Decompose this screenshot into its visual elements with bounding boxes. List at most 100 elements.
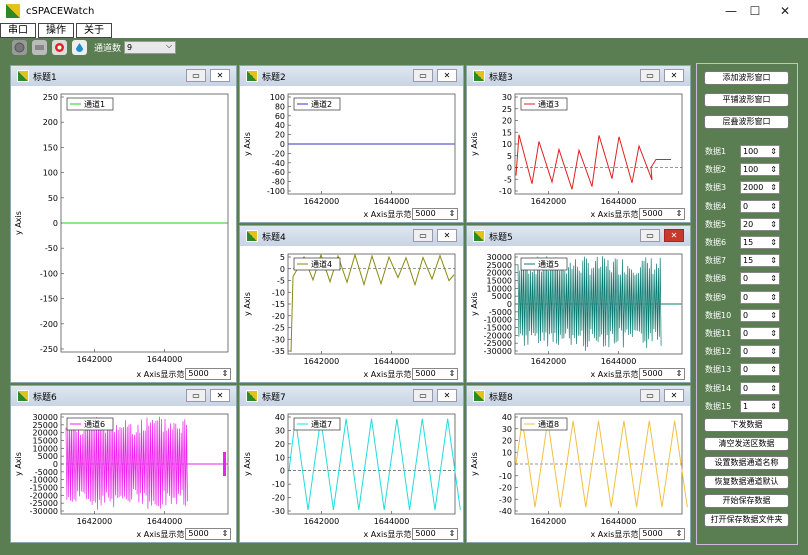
restore-icon[interactable]: ▭: [413, 389, 433, 402]
y-tick-label: -25: [272, 324, 285, 333]
sidebar-action-button-5[interactable]: 开始保存数据: [704, 494, 789, 508]
x-axis-label: x Axis: [363, 369, 388, 379]
panel-logo-icon: [473, 70, 485, 82]
range-spinbox[interactable]: 5000: [412, 208, 459, 220]
range-label: 显示范: [387, 529, 412, 539]
data-label: 数据10: [705, 310, 732, 320]
panel-header: 标题3 ▭ ✕: [467, 66, 690, 86]
range-spinbox[interactable]: 5000: [412, 368, 459, 380]
close-icon[interactable]: ✕: [664, 389, 684, 402]
close-icon[interactable]: ✕: [210, 389, 230, 402]
data-value-spinbox[interactable]: 15: [740, 236, 780, 249]
close-icon[interactable]: ✕: [437, 389, 457, 402]
panel-logo-icon: [246, 70, 258, 82]
data-value-spinbox[interactable]: 0: [740, 345, 780, 359]
data-label: 数据1: [705, 147, 727, 156]
chart-svg: 250 200 150 100 50 0 -50 -100 -150 -200 -250 y Axis…: [14, 93, 229, 364]
port-icon[interactable]: [12, 39, 27, 55]
sidebar-action-button-4[interactable]: 恢复数据通道默认: [704, 475, 789, 489]
y-tick-label: 20: [502, 117, 512, 126]
sidebar-action-button-3[interactable]: 设置数据通道名称: [704, 456, 789, 470]
data-value-spinbox[interactable]: 100: [740, 163, 780, 177]
sidebar-button-1[interactable]: 添加波形窗口: [704, 71, 789, 85]
data-value-spinbox[interactable]: 0: [740, 290, 780, 304]
x-axis-label: x Axis: [363, 209, 388, 219]
legend-label: 通道4: [311, 259, 332, 269]
data-value-spinbox[interactable]: 0: [740, 327, 780, 340]
data-value-spinbox[interactable]: 0: [740, 363, 780, 377]
data-value-spinbox[interactable]: 0: [740, 199, 780, 213]
sidebar-action-button-2[interactable]: 清空发送区数据: [704, 437, 789, 451]
settings-icon[interactable]: [32, 39, 47, 55]
data-row-6: 数据6 15: [705, 236, 780, 249]
y-tick-label: 80: [275, 102, 285, 111]
y-tick-label: 0: [280, 265, 285, 274]
restore-icon[interactable]: ▭: [640, 229, 660, 242]
sidebar-button-3[interactable]: 层叠波形窗口: [704, 115, 789, 129]
restore-icon[interactable]: ▭: [640, 69, 660, 82]
data-value-spinbox[interactable]: 0: [740, 381, 780, 395]
waveform-panel-1: 标题1 ▭ ✕ 250 200 150 100 50 0 -50 -100 -150 -200 -250 y…: [10, 65, 237, 383]
data-value-spinbox[interactable]: 0: [740, 272, 780, 286]
sidebar-button-2[interactable]: 平铺波形窗口: [704, 93, 789, 107]
restore-icon[interactable]: ▭: [186, 69, 206, 82]
range-spinbox[interactable]: 5000: [185, 368, 232, 380]
data-value-spinbox[interactable]: 100: [740, 145, 780, 158]
droplet-icon[interactable]: [72, 39, 87, 55]
restore-icon[interactable]: ▭: [413, 229, 433, 242]
restore-icon[interactable]: ▭: [640, 389, 660, 402]
waveform-panel-5: 标题5 ▭ ✕ 30000 25000 20000 15000 10000 5000 0 -5000…: [466, 225, 691, 383]
close-icon[interactable]: ✕: [437, 229, 457, 242]
chart-body: 5 0 -5 -10 -15 -20 -25 -30 -35 y Axis 1642000 16440…: [240, 246, 463, 382]
y-tick-label: -10: [499, 472, 512, 481]
panel-footer: x Axis 显示范 5000: [591, 368, 686, 380]
x-axis-label: x Axis: [136, 529, 161, 539]
range-label: 显示范: [614, 209, 639, 219]
panel-title: 标题2: [262, 72, 286, 83]
x-tick-label: 1642000: [531, 357, 567, 366]
x-axis-label: x Axis: [136, 369, 161, 379]
restore-icon[interactable]: ▭: [413, 69, 433, 82]
y-tick-label: -250: [40, 345, 58, 354]
panel-logo-icon: [17, 70, 29, 82]
menu-serial[interactable]: 串口: [0, 22, 36, 38]
panel-header: 标题7 ▭ ✕: [240, 386, 463, 406]
data-value-spinbox[interactable]: 0: [740, 308, 780, 322]
data-label: 数据9: [705, 292, 727, 302]
y-tick-label: -10: [272, 480, 285, 489]
close-icon[interactable]: ✕: [664, 229, 684, 242]
range-spinbox[interactable]: 5000: [185, 528, 232, 540]
record-icon[interactable]: [52, 39, 67, 55]
range-spinbox[interactable]: 5000: [639, 528, 686, 540]
sidebar-action-button-6[interactable]: 打开保存数据文件夹: [704, 513, 789, 527]
close-icon[interactable]: ✕: [437, 69, 457, 82]
x-tick-label: 1644000: [374, 197, 410, 206]
data-value-spinbox[interactable]: 2000: [740, 181, 780, 195]
menu-about[interactable]: 关于: [76, 22, 112, 38]
x-tick-label: 1644000: [601, 357, 637, 366]
data-value-spinbox[interactable]: 15: [740, 254, 780, 268]
sidebar-action-button-1[interactable]: 下发数据: [704, 418, 789, 432]
panel-title: 标题7: [262, 392, 286, 403]
panel-logo-icon: [246, 230, 258, 242]
data-row-8: 数据8 0: [705, 272, 780, 286]
menu-operate[interactable]: 操作: [38, 22, 74, 38]
restore-icon[interactable]: ▭: [186, 389, 206, 402]
data-label: 数据15: [705, 401, 732, 411]
range-spinbox[interactable]: 5000: [639, 368, 686, 380]
close-button[interactable]: ✕: [762, 0, 808, 22]
channel-count-select[interactable]: 9: [124, 40, 177, 54]
x-tick-label: 1642000: [77, 517, 113, 526]
range-spinbox[interactable]: 5000: [412, 528, 459, 540]
data-value-spinbox[interactable]: 20: [740, 217, 780, 231]
data-value-spinbox[interactable]: 1: [740, 399, 780, 413]
y-tick-label: 0: [507, 164, 512, 173]
chart-svg: 300002500020000150001000050000-5000-1000…: [470, 253, 683, 366]
data-row-12: 数据12 0: [705, 345, 780, 359]
range-spinbox[interactable]: 5000: [639, 208, 686, 220]
data-row-14: 数据14 0: [705, 381, 780, 395]
close-icon[interactable]: ✕: [664, 69, 684, 82]
panel-logo-icon: [473, 230, 485, 242]
x-tick-label: 1642000: [77, 355, 113, 364]
close-icon[interactable]: ✕: [210, 69, 230, 82]
